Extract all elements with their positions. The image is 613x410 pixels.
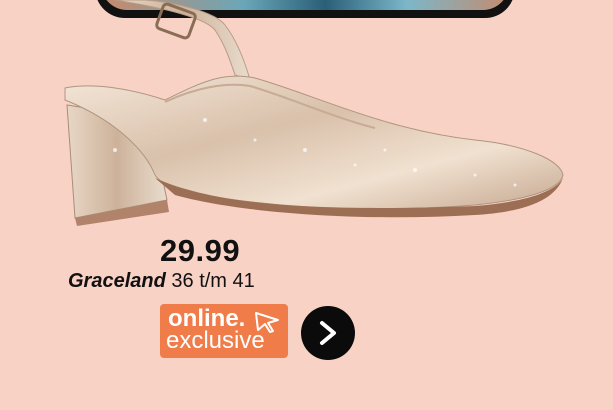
brand-name: Graceland — [68, 270, 166, 292]
chevron-right-icon — [320, 321, 336, 345]
cursor-arrow-icon — [255, 312, 279, 333]
online-exclusive-badge: online. exclusive — [160, 304, 288, 358]
size-range: 36 t/m 41 — [171, 270, 255, 292]
badge-line-2: exclusive — [166, 327, 265, 354]
shoe-image — [64, 0, 564, 226]
product-info: Graceland 36 t/m 41 — [68, 270, 255, 293]
next-button[interactable] — [301, 306, 355, 360]
price: 29.99 — [160, 233, 241, 268]
